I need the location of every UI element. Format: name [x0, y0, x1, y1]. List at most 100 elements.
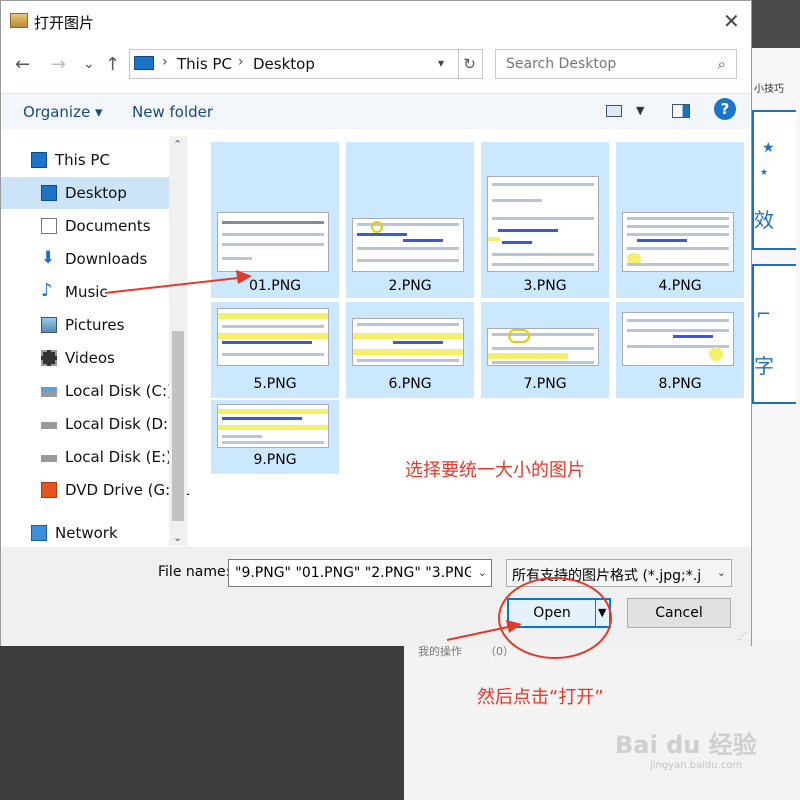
file-tile[interactable]: 3.PNG: [481, 142, 609, 298]
file-type-value: 所有支持的图片格式 (*.jpg;*.j: [512, 568, 702, 584]
address-bar[interactable]: › This PC › Desktop ▾: [129, 49, 459, 79]
file-tile[interactable]: 5.PNG: [211, 302, 339, 398]
dialog-title: 打开图片: [34, 14, 95, 32]
nav-item-local-disk-d[interactable]: Local Disk (D:): [1, 408, 174, 440]
nav-item-network[interactable]: Network: [1, 517, 169, 549]
nav-label: Local Disk (D:): [65, 415, 174, 433]
navigation-pane: This PC Desktop Documents ⬇ Downloads ♪ …: [1, 136, 200, 549]
dialog-footer: File name: "9.PNG" "01.PNG" "2.PNG" "3.P…: [1, 547, 751, 646]
file-tile[interactable]: 4.PNG: [616, 142, 744, 298]
baidu-watermark-url: jingyan.baidu.com: [650, 760, 743, 771]
open-options-dropdown[interactable]: ▼: [598, 606, 606, 619]
file-type-select[interactable]: 所有支持的图片格式 (*.jpg;*.j ⌄: [506, 559, 732, 587]
preview-pane-icon[interactable]: [672, 104, 690, 118]
star-icon: ★: [762, 140, 775, 156]
breadcrumb-desktop[interactable]: Desktop: [253, 55, 315, 73]
background-card[interactable]: ⌐ 字: [752, 264, 796, 404]
file-name: 01.PNG: [248, 278, 302, 294]
drive-icon: [41, 387, 57, 397]
chevron-down-icon[interactable]: ⌄: [478, 566, 487, 579]
navigation-bar: ← → ⌄ ↑ › This PC › Desktop ▾ ↻ Search D…: [1, 49, 751, 83]
title-bar[interactable]: 打开图片 ✕: [1, 1, 751, 41]
file-name: 5.PNG: [253, 376, 297, 392]
file-thumbnail: [622, 212, 734, 272]
up-button[interactable]: ↑: [105, 54, 120, 75]
nav-item-this-pc[interactable]: This PC: [1, 144, 169, 176]
file-name-value: "9.PNG" "01.PNG" "2.PNG" "3.PNG" ": [235, 565, 471, 581]
pictures-icon: [41, 317, 57, 333]
cancel-button[interactable]: Cancel: [627, 598, 731, 628]
star-icon: ★: [760, 168, 769, 178]
view-options-icon[interactable]: [606, 105, 622, 117]
nav-label: Network: [55, 524, 118, 542]
file-name: 2.PNG: [388, 278, 432, 294]
background-card-glyph: 字: [754, 354, 774, 378]
videos-icon: [41, 350, 57, 366]
file-name-input[interactable]: "9.PNG" "01.PNG" "2.PNG" "3.PNG" " ⌄: [228, 559, 492, 587]
file-tile[interactable]: 7.PNG: [481, 302, 609, 398]
breadcrumb-this-pc[interactable]: This PC: [177, 55, 232, 73]
nav-item-music[interactable]: ♪ Music: [1, 276, 169, 308]
file-tile[interactable]: 8.PNG: [616, 302, 744, 398]
nav-label: Desktop: [65, 184, 127, 202]
open-button-label: Open: [533, 605, 571, 621]
nav-item-dvd-drive[interactable]: DVD Drive (G:) 16: [1, 474, 200, 506]
chevron-down-icon[interactable]: ▼: [636, 104, 644, 117]
nav-item-downloads[interactable]: ⬇ Downloads: [1, 243, 169, 275]
file-thumbnail: [487, 176, 599, 272]
nav-label: Videos: [65, 349, 115, 367]
chevron-right-icon: ›: [162, 54, 168, 70]
nav-item-documents[interactable]: Documents: [1, 210, 169, 242]
nav-label: Documents: [65, 217, 151, 235]
file-tile[interactable]: 6.PNG: [346, 302, 474, 398]
file-tile[interactable]: 9.PNG: [211, 400, 339, 474]
help-button[interactable]: ?: [714, 98, 736, 120]
nav-item-desktop[interactable]: Desktop: [1, 177, 169, 209]
resize-grip-icon[interactable]: ⋰: [738, 632, 747, 642]
chevron-down-icon[interactable]: ▾: [438, 56, 444, 70]
nav-label: Music: [65, 283, 108, 301]
scrollbar-thumb[interactable]: [172, 331, 184, 521]
back-button[interactable]: ←: [15, 54, 30, 75]
background-header: [752, 0, 800, 48]
chevron-right-icon: ›: [238, 54, 244, 70]
file-name: 6.PNG: [388, 376, 432, 392]
chevron-down-icon[interactable]: ⌄: [173, 531, 182, 544]
background-light-panel: [404, 640, 800, 800]
file-name: 4.PNG: [658, 278, 702, 294]
nav-label: Downloads: [65, 250, 148, 268]
chevron-up-icon[interactable]: ⌃: [173, 138, 182, 151]
drive-icon: [41, 455, 57, 462]
nav-item-local-disk-c[interactable]: Local Disk (C:): [1, 375, 173, 407]
recent-locations-button[interactable]: ⌄: [83, 56, 95, 72]
file-name: 7.PNG: [523, 376, 567, 392]
nav-item-videos[interactable]: Videos: [1, 342, 169, 374]
new-folder-button[interactable]: New folder: [132, 103, 213, 121]
refresh-button[interactable]: ↻: [457, 49, 483, 79]
file-thumbnail: [217, 404, 329, 448]
file-thumbnail: [622, 312, 734, 366]
open-button[interactable]: Open ▼: [507, 598, 611, 628]
command-toolbar: Organize ▾ New folder ▼: [1, 93, 751, 129]
nav-pane-scrollbar[interactable]: ⌃ ⌄: [169, 136, 187, 546]
file-tile[interactable]: 2.PNG: [346, 142, 474, 298]
nav-item-pictures[interactable]: Pictures: [1, 309, 169, 341]
bracket-icon: ⌐: [756, 304, 772, 325]
desktop-icon: [41, 185, 57, 201]
file-thumbnail: [352, 218, 464, 272]
background-dark-panel: [0, 640, 404, 800]
forward-button[interactable]: →: [51, 54, 66, 75]
organize-button[interactable]: Organize ▾: [23, 103, 103, 121]
nav-item-local-disk-e[interactable]: Local Disk (E:): [1, 441, 172, 473]
background-card[interactable]: ★ ★ 效: [752, 110, 796, 250]
chevron-down-icon[interactable]: ⌄: [717, 566, 726, 579]
background-card-glyph: 效: [754, 208, 774, 232]
drive-icon: [41, 422, 57, 429]
file-thumbnail: [217, 212, 329, 272]
nav-label: This PC: [55, 151, 110, 169]
file-tile[interactable]: 01.PNG: [211, 142, 339, 298]
search-input[interactable]: Search Desktop ⌕: [495, 49, 737, 79]
close-button[interactable]: ✕: [723, 9, 740, 33]
documents-icon: [41, 218, 57, 234]
file-name-label: File name:: [158, 564, 231, 580]
